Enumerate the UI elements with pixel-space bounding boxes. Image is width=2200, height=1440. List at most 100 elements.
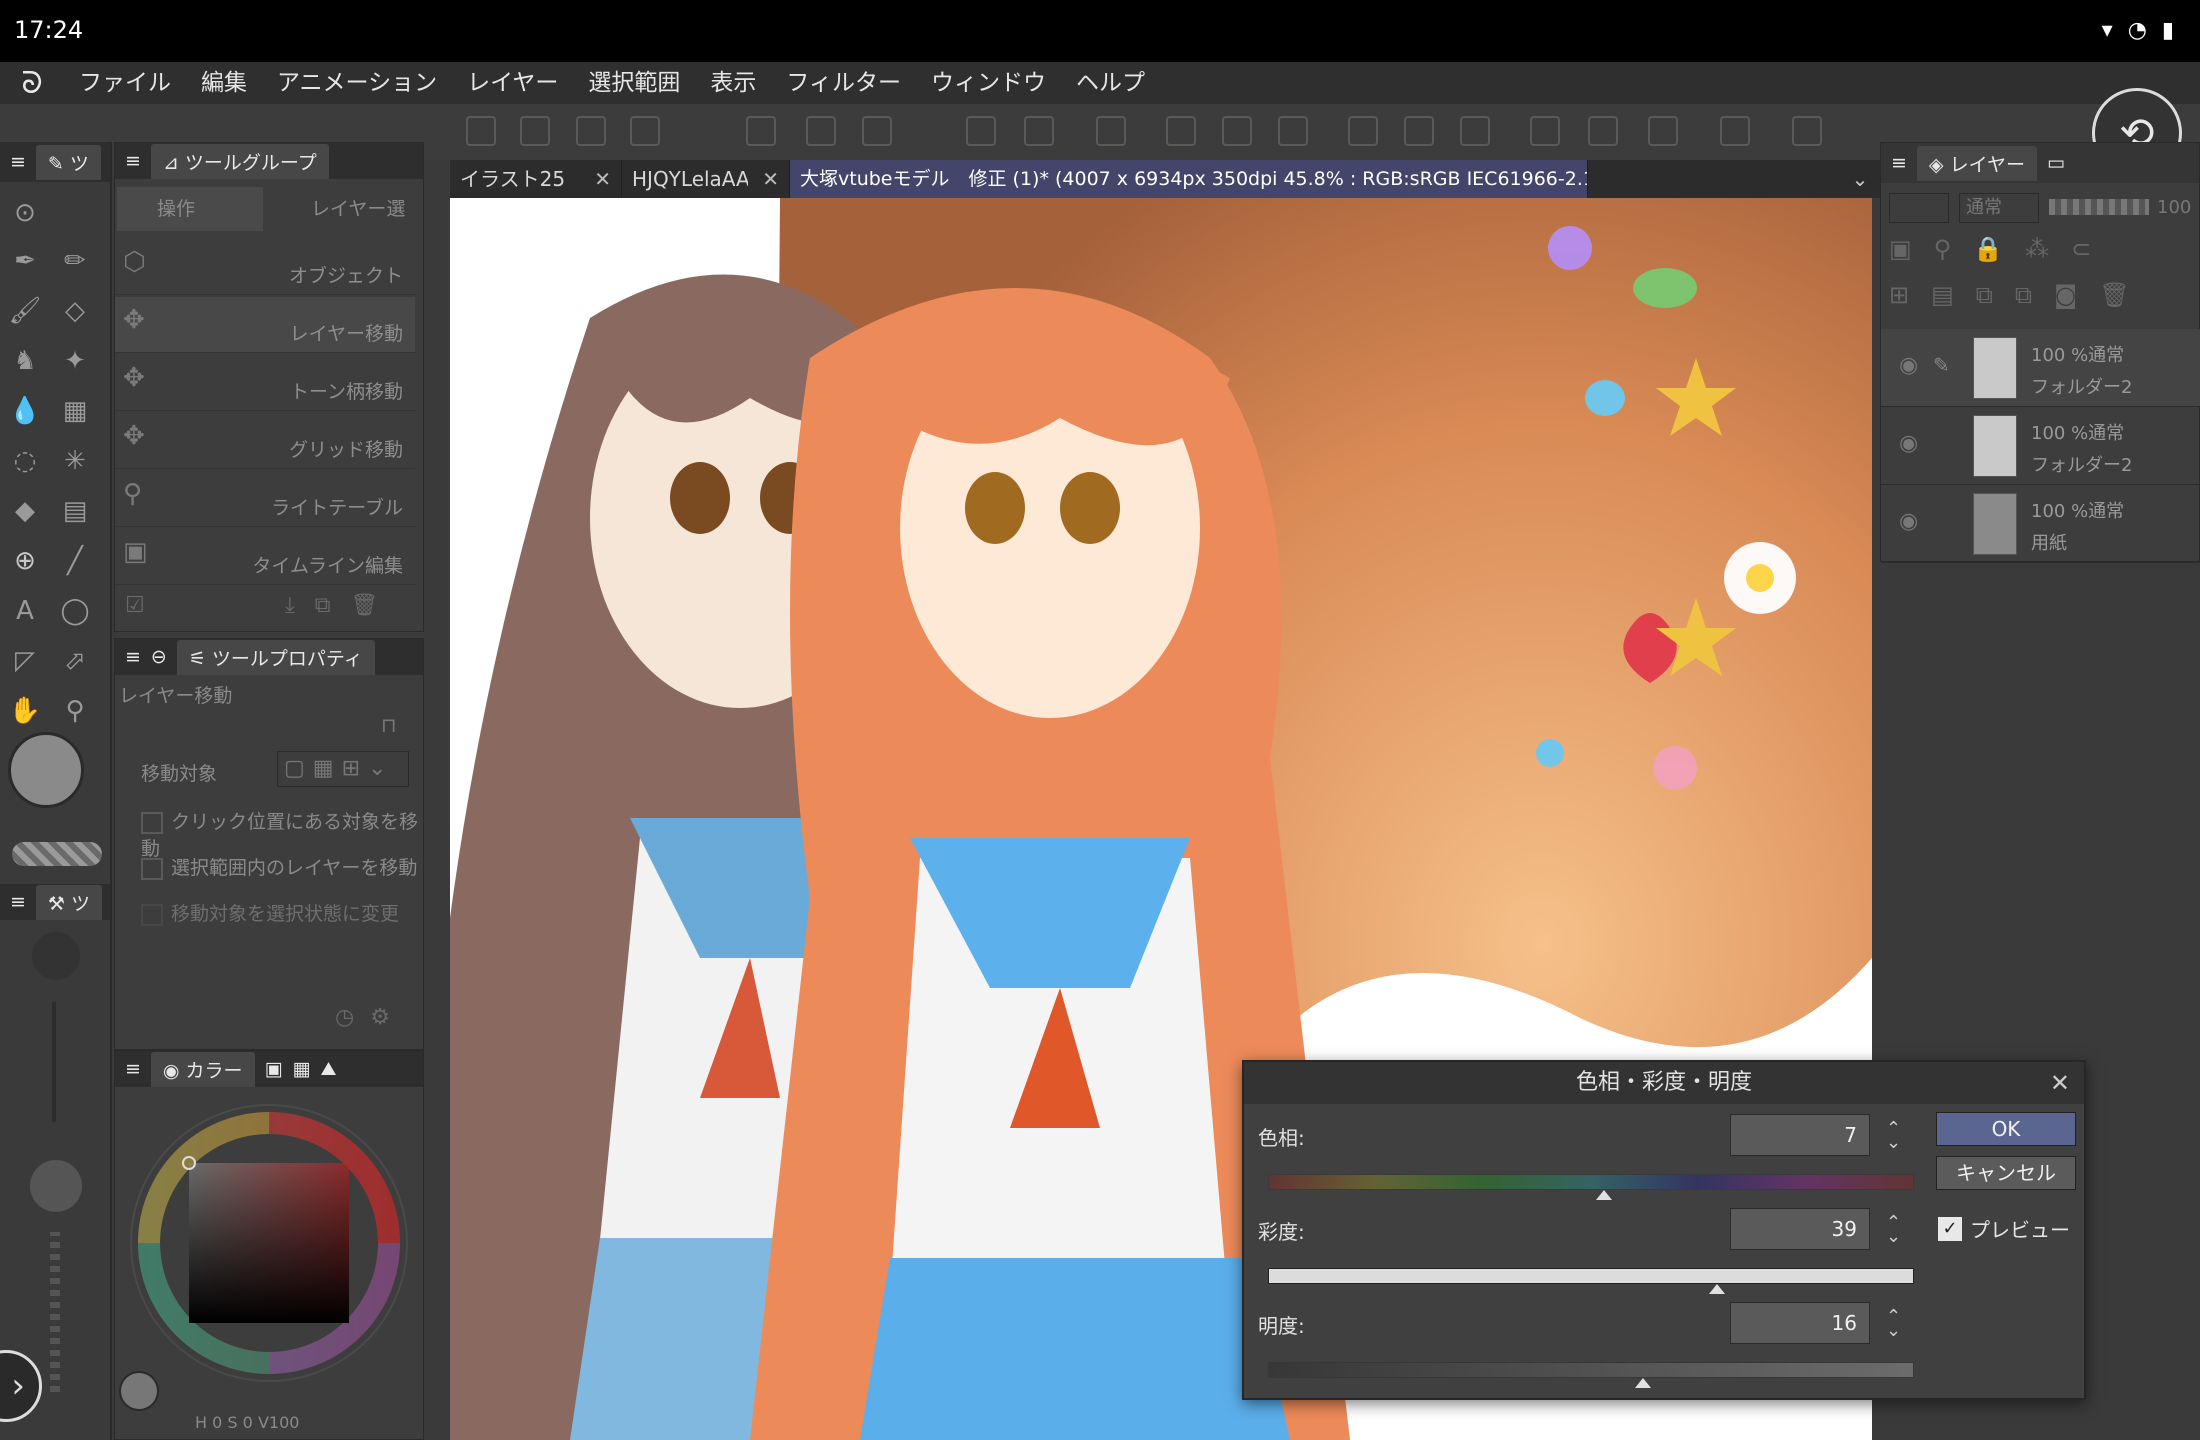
hue-slider-thumb[interactable] <box>1595 1190 1612 1200</box>
sub-tool-grid-move[interactable]: ✥ グリッド移動 <box>115 413 415 469</box>
eye-icon[interactable]: ◉ <box>1899 353 1918 378</box>
brightness-slider[interactable] <box>1268 1362 1914 1378</box>
pen-icon[interactable] <box>1648 116 1678 146</box>
hue-slider[interactable] <box>1268 1174 1914 1190</box>
tab-color-wheel[interactable]: ◉ カラー <box>150 1051 255 1087</box>
tab-document-3[interactable]: 大塚vtubeモデル 修正 (1)* (4007 x 6934px 350dpi… <box>790 160 1588 198</box>
fill-icon[interactable] <box>1222 116 1252 146</box>
menu-edit[interactable]: 編集 <box>186 62 262 104</box>
operation-tool-icon[interactable]: ⊙ <box>6 194 44 232</box>
layer-tools-row-1[interactable]: ▣⚲🔒⁂⊂ <box>1889 235 2113 263</box>
saturation-slider[interactable] <box>1268 1268 1914 1284</box>
brightness-slider-thumb[interactable] <box>1634 1378 1651 1388</box>
selection-border-icon[interactable] <box>1460 116 1490 146</box>
brightness-input[interactable]: 16 <box>1730 1302 1870 1344</box>
move-target-selector[interactable]: ▢▦⊞⌄ <box>277 751 409 787</box>
menu-view[interactable]: 表示 <box>695 62 771 104</box>
sub-tool-actions-icon[interactable]: ⤓⧉🗑 <box>285 593 398 618</box>
brightness-spinner-icon[interactable]: ⌃ ⌄ <box>1886 1308 1901 1340</box>
tab-layer[interactable]: ◈ レイヤー <box>1916 145 2038 181</box>
menu-icon[interactable]: ≡ <box>125 150 141 172</box>
tab-tool[interactable]: ✎ ツ <box>35 144 101 180</box>
pen-correction-icon[interactable] <box>1530 116 1560 146</box>
brush-density-slider[interactable] <box>50 1232 60 1392</box>
tab-tool-property[interactable]: ⚟ ツールプロパティ <box>176 639 375 675</box>
sub-tool-timeline-edit[interactable]: ▣ タイムライン編集 <box>115 529 415 585</box>
check-icon[interactable]: ✓ <box>1938 1216 1962 1241</box>
blend-mode-select[interactable]: 通常 <box>1959 193 2039 223</box>
close-icon[interactable]: ✕ <box>762 160 779 198</box>
ruler-tool-icon[interactable]: ⬀ <box>56 642 94 680</box>
tab-tool-group[interactable]: ⊿ ツールグループ <box>150 143 329 179</box>
color-history-icon[interactable]: ▦ <box>293 1058 311 1080</box>
menu-help[interactable]: ヘルプ <box>1061 62 1160 104</box>
cancel-button[interactable]: キャンセル <box>1936 1156 2076 1190</box>
layer-tools-row-2[interactable]: ⊞▤⧉⧉◙🗑 <box>1889 281 2152 309</box>
redo-icon[interactable] <box>1024 116 1054 146</box>
gradient-tool-icon[interactable]: ▤ <box>56 492 94 530</box>
invert-selection-icon[interactable] <box>1404 116 1434 146</box>
link-icon[interactable] <box>630 116 660 146</box>
app-logo-icon[interactable]: ᘐ <box>0 62 64 104</box>
eraser-tool-icon[interactable]: ◇ <box>56 292 94 330</box>
menu-icon[interactable]: ≡ <box>1891 152 1907 174</box>
save-icon[interactable] <box>862 116 892 146</box>
eye-toggle-icon[interactable]: ⊖ <box>151 646 167 668</box>
hue-spinner-icon[interactable]: ⌃ ⌄ <box>1886 1120 1901 1152</box>
saturation-input[interactable]: 39 <box>1730 1208 1870 1250</box>
device-icon[interactable] <box>1720 116 1750 146</box>
chevron-down-icon[interactable]: ⌄ <box>1840 160 1880 198</box>
layer-color-select[interactable] <box>1889 193 1949 223</box>
sub-tool-layer-move[interactable]: ✥ レイヤー移動 <box>115 297 415 353</box>
sub-tool-tone-move[interactable]: ✥ トーン柄移動 <box>115 355 415 411</box>
menu-window[interactable]: ウィンドウ <box>916 62 1061 104</box>
saturation-slider-thumb[interactable] <box>1708 1284 1725 1294</box>
new-layer-icon[interactable] <box>576 116 606 146</box>
help-icon[interactable] <box>1792 116 1822 146</box>
layer-property-icon[interactable]: ▭ <box>2047 152 2065 174</box>
auto-select-tool-icon[interactable]: ✳ <box>56 442 94 480</box>
new-file-icon[interactable] <box>746 116 776 146</box>
eyedropper-tool-icon[interactable]: ⚲ <box>56 692 94 730</box>
close-icon[interactable]: ✕ <box>594 160 611 198</box>
sparkle-tool-icon[interactable]: ✦ <box>56 342 94 380</box>
decoration-tool-icon[interactable]: ♞ <box>6 342 44 380</box>
option-move-selected-layers[interactable]: 選択範囲内のレイヤーを移動 <box>141 853 417 880</box>
menu-filter[interactable]: フィルター <box>771 62 916 104</box>
pen-tool-icon[interactable]: ✒ <box>6 242 44 280</box>
tab-document-1[interactable]: イラスト25 ✕ <box>450 160 622 198</box>
pen-lock-icon[interactable]: ✎ <box>1933 353 1950 377</box>
color-slider-icon[interactable]: ⛰ <box>320 1058 336 1080</box>
hand-tool-icon[interactable]: ✋ <box>6 692 44 730</box>
blend-tool-icon[interactable]: 💧 <box>6 392 44 430</box>
sub-tool-settings-icon[interactable]: ☑ <box>125 593 145 618</box>
layer-item[interactable]: ◉ ✎ 100 %通常 フォルダー2 <box>1881 329 2200 407</box>
tool-reset-icon[interactable]: ◷⚙ <box>335 1005 406 1030</box>
color-swatch-mini[interactable] <box>119 1371 159 1411</box>
eye-icon[interactable]: ◉ <box>1899 509 1918 534</box>
menu-icon[interactable]: ≡ <box>125 1058 141 1080</box>
deselect-icon[interactable] <box>1348 116 1378 146</box>
menu-icon[interactable]: ≡ <box>10 891 26 913</box>
balloon-tool-icon[interactable]: ◯ <box>56 592 94 630</box>
option-select-move-target[interactable]: 移動対象を選択状態に変更 <box>141 899 399 926</box>
lock-icon[interactable]: ⊓ <box>381 713 397 737</box>
move-tool-icon[interactable]: ⊕ <box>6 542 44 580</box>
tab-sub-tool[interactable]: ⚒ ツ <box>35 884 103 920</box>
menu-icon[interactable] <box>466 116 496 146</box>
fit-canvas-icon[interactable] <box>520 116 550 146</box>
layer-item[interactable]: ◉ 100 %通常 用紙 <box>1881 485 2200 563</box>
tab-document-2[interactable]: HJQYLelaAAEc✕ <box>622 160 790 198</box>
clear-icon[interactable] <box>1166 116 1196 146</box>
brush-tool-icon[interactable]: 🖌 <box>6 292 44 330</box>
preview-checkbox[interactable]: ✓ プレビュー <box>1938 1214 2070 1243</box>
menu-selection[interactable]: 選択範囲 <box>573 62 695 104</box>
menu-icon[interactable]: ≡ <box>125 646 141 668</box>
open-file-icon[interactable] <box>806 116 836 146</box>
sub-tool-light-table[interactable]: ⚲ ライトテーブル <box>115 471 415 527</box>
saturation-spinner-icon[interactable]: ⌃ ⌄ <box>1886 1214 1901 1246</box>
brush-correction-icon[interactable] <box>1588 116 1618 146</box>
color-set-icon[interactable]: ▣ <box>265 1058 283 1080</box>
main-color-swatch[interactable] <box>8 732 84 808</box>
opacity-value[interactable]: 100 <box>2157 197 2191 218</box>
